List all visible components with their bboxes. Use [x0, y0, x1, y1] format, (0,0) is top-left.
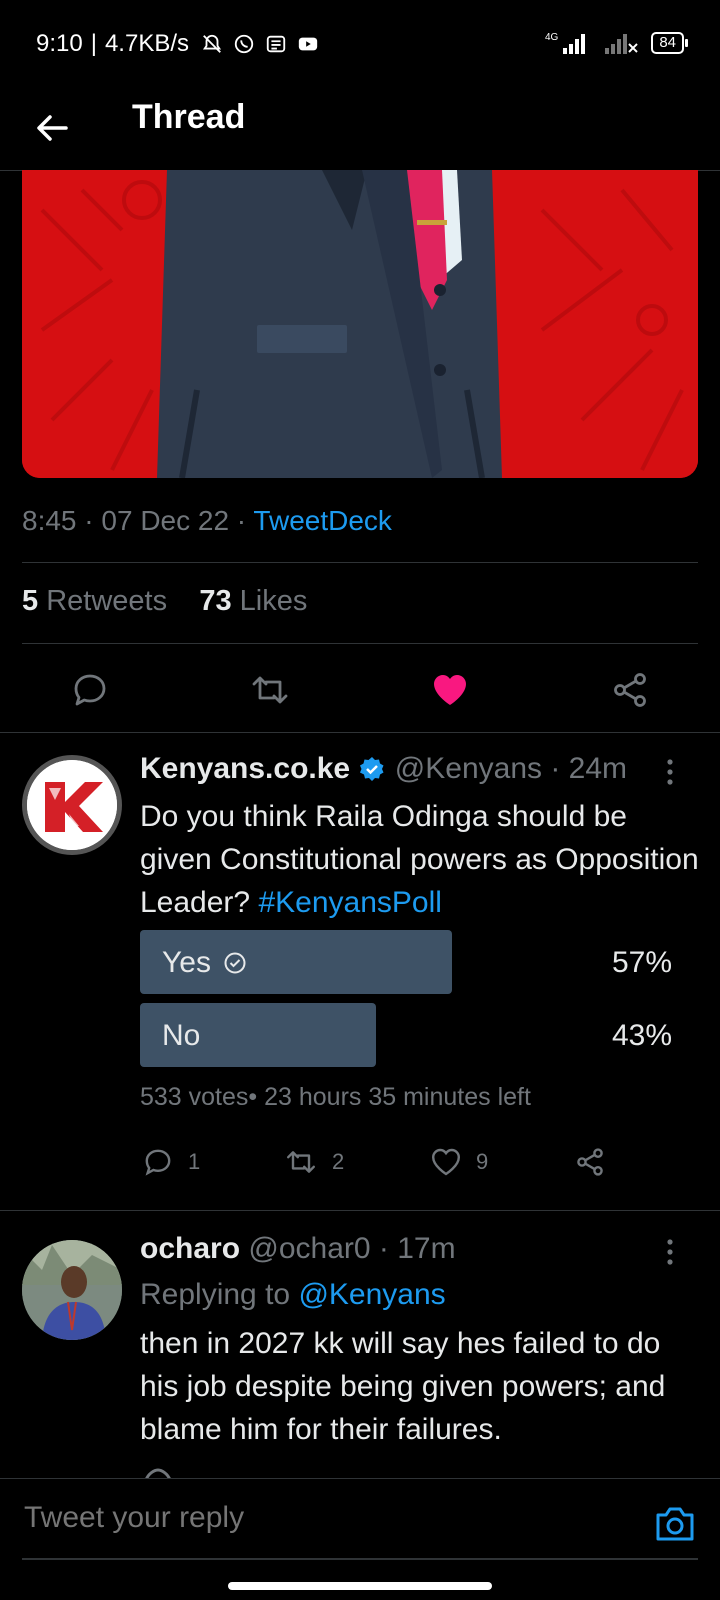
poll-percent-no: 43% — [611, 1019, 672, 1052]
divider — [22, 643, 698, 644]
reply-icon[interactable] — [70, 670, 110, 710]
reply-input[interactable] — [22, 1500, 626, 1536]
news-icon — [266, 35, 286, 53]
reply-text: then in 2027 kk will say hes failed to d… — [140, 1327, 666, 1446]
divider — [22, 562, 698, 563]
poll-percent-yes: 57% — [611, 946, 672, 979]
retweets-stat[interactable]: 5 Retweets — [22, 585, 167, 617]
thread-header — [0, 88, 720, 171]
tweet-age: · 17m — [378, 1232, 456, 1265]
tweet-age: · 24m — [550, 752, 628, 785]
verified-badge-icon — [360, 757, 384, 781]
retweet-count: 2 — [332, 1149, 345, 1174]
tweet-timestamp: 8:45 · 07 Dec 22 · TweetDeck — [22, 505, 392, 536]
author-handle[interactable]: @Kenyans — [395, 752, 542, 785]
kenyans-logo-icon — [27, 760, 117, 850]
reply-count: 1 — [188, 1149, 201, 1174]
tweet-action-bar — [0, 650, 720, 730]
signal-no-service-icon — [605, 34, 639, 54]
retweet-icon[interactable] — [250, 670, 290, 710]
likes-stat[interactable]: 73 Likes — [199, 585, 307, 617]
author-handle[interactable]: @ochar0 — [248, 1232, 370, 1265]
youtube-icon — [298, 37, 318, 51]
poll-option-no: No — [162, 1019, 201, 1052]
tweet-media-image[interactable] — [22, 170, 698, 478]
page-title: Thread — [132, 98, 246, 136]
divider — [0, 1210, 720, 1211]
tweet-stats: 5 Retweets 73 Likes — [22, 585, 307, 618]
mention-link[interactable]: @Kenyans — [298, 1278, 445, 1311]
reply-author: ocharo @ochar0 · 17m — [140, 1232, 456, 1266]
whatsapp-icon — [234, 34, 254, 54]
battery-indicator: 84 — [651, 32, 688, 54]
heart-icon — [431, 1148, 461, 1176]
status-time: 9:10 — [36, 30, 83, 57]
hashtag-link[interactable]: #KenyansPoll — [258, 886, 441, 919]
notification-icons — [201, 33, 319, 55]
replying-to: Replying to @Kenyans — [140, 1278, 446, 1311]
back-arrow-icon[interactable] — [32, 108, 72, 148]
share-button[interactable] — [574, 1146, 606, 1178]
client-link[interactable]: TweetDeck — [253, 505, 392, 536]
tweet-author: Kenyans.co.ke @Kenyans · 24m — [140, 752, 627, 786]
avatar[interactable] — [22, 755, 122, 855]
mute-icon — [202, 34, 222, 53]
composer-underline — [22, 1558, 698, 1560]
like-button[interactable]: 9 — [430, 1146, 488, 1178]
poll-option-yes: Yes — [162, 946, 247, 980]
reply-icon — [145, 1149, 171, 1176]
network-speed: 4.7KB/s — [104, 30, 189, 57]
home-indicator[interactable] — [228, 1582, 492, 1590]
author-name[interactable]: Kenyans.co.ke — [140, 752, 350, 785]
user-photo — [22, 1240, 122, 1340]
divider — [0, 732, 720, 733]
signal-4g-icon: 4G — [545, 32, 586, 54]
camera-icon[interactable] — [654, 1505, 696, 1543]
share-icon[interactable] — [610, 670, 650, 710]
more-options-icon[interactable] — [665, 1237, 675, 1267]
poll-info: 533 votes• 23 hours 35 minutes left — [140, 1083, 531, 1111]
status-bar: 9:10 | 4.7KB/s 4G 84 — [0, 0, 720, 88]
svg-text:4G: 4G — [545, 32, 559, 43]
avatar[interactable] — [22, 1240, 122, 1340]
retweet-icon — [287, 1151, 315, 1173]
check-circle-icon — [224, 952, 246, 974]
liked-heart-icon[interactable] — [430, 670, 470, 710]
more-options-icon[interactable] — [665, 757, 675, 787]
tweet-text: Do you think Raila Odinga should be give… — [140, 800, 699, 919]
suit-illustration — [22, 170, 698, 478]
reply-button[interactable]: 1 — [142, 1146, 200, 1178]
like-count: 9 — [476, 1149, 489, 1174]
status-right: 4G 84 — [545, 30, 688, 56]
author-name[interactable]: ocharo — [140, 1232, 240, 1265]
share-icon — [577, 1148, 603, 1176]
retweet-button[interactable]: 2 — [284, 1146, 344, 1178]
status-left: 9:10 | 4.7KB/s — [36, 30, 319, 58]
